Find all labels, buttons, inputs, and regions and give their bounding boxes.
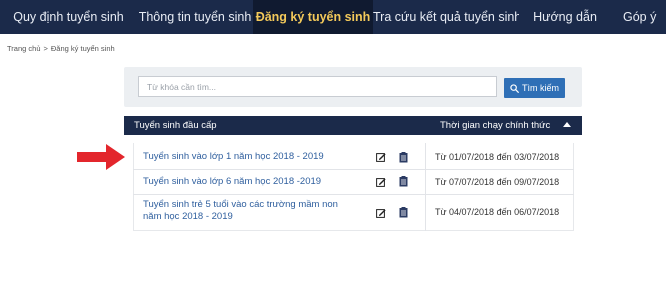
row-title-link[interactable]: Tuyển sinh vào lớp 6 năm học 2018 -2019 xyxy=(143,176,358,188)
row-time: Từ 04/07/2018 đến 06/07/2018 xyxy=(435,207,560,217)
document-icon[interactable] xyxy=(399,152,408,163)
header-time-column: Thời gian chạy chính thức xyxy=(440,120,551,131)
nav-item-dang-ky-tuyen-sinh[interactable]: Đăng ký tuyển sinh xyxy=(253,0,373,34)
table-row: Tuyển sinh vào lớp 1 năm học 2018 - 2019… xyxy=(133,143,574,170)
document-icon[interactable] xyxy=(399,176,408,187)
nav-item-tra-cuu-ket-qua[interactable]: Tra cứu kết quả tuyển sinh xyxy=(373,0,519,34)
red-arrow-pointer-icon xyxy=(77,144,125,170)
nav-item-gop-y[interactable]: Góp ý xyxy=(611,0,666,34)
edit-icon[interactable] xyxy=(376,208,386,218)
search-icon xyxy=(510,83,519,93)
search-panel: Tìm kiếm xyxy=(124,67,582,107)
nav-item-huong-dan[interactable]: Hướng dẫn xyxy=(519,0,611,34)
breadcrumb-home-link[interactable]: Trang chủ xyxy=(7,44,41,53)
top-navigation: Quy định tuyển sinh Thông tin tuyển sinh… xyxy=(0,0,666,34)
nav-item-quy-dinh-tuyen-sinh[interactable]: Quy định tuyển sinh xyxy=(0,0,137,34)
search-button-label: Tìm kiếm xyxy=(522,83,559,93)
search-input[interactable] xyxy=(138,76,497,97)
header-name-column: Tuyển sinh đầu cấp xyxy=(134,120,217,131)
breadcrumb: Trang chủ > Đăng ký tuyển sinh xyxy=(7,44,115,53)
row-title-link[interactable]: Tuyển sinh trẻ 5 tuổi vào các trường mầm… xyxy=(143,199,358,223)
collapse-toggle-icon[interactable] xyxy=(563,122,571,127)
table-body: Tuyển sinh vào lớp 1 năm học 2018 - 2019… xyxy=(133,143,574,231)
row-time: Từ 07/07/2018 đến 09/07/2018 xyxy=(435,177,560,187)
edit-icon[interactable] xyxy=(376,152,386,162)
edit-icon[interactable] xyxy=(376,177,386,187)
table-header: Tuyển sinh đầu cấp Thời gian chạy chính … xyxy=(124,116,582,135)
breadcrumb-separator: > xyxy=(43,44,48,53)
breadcrumb-current: Đăng ký tuyển sinh xyxy=(50,44,115,53)
table-row: Tuyển sinh vào lớp 6 năm học 2018 -2019 … xyxy=(133,170,574,195)
document-icon[interactable] xyxy=(399,207,408,218)
nav-item-thong-tin-tuyen-sinh[interactable]: Thông tin tuyển sinh xyxy=(137,0,253,34)
row-title-link[interactable]: Tuyển sinh vào lớp 1 năm học 2018 - 2019 xyxy=(143,151,358,163)
table-row: Tuyển sinh trẻ 5 tuổi vào các trường mầm… xyxy=(133,195,574,231)
row-time: Từ 01/07/2018 đến 03/07/2018 xyxy=(435,152,560,162)
search-button[interactable]: Tìm kiếm xyxy=(504,78,565,98)
